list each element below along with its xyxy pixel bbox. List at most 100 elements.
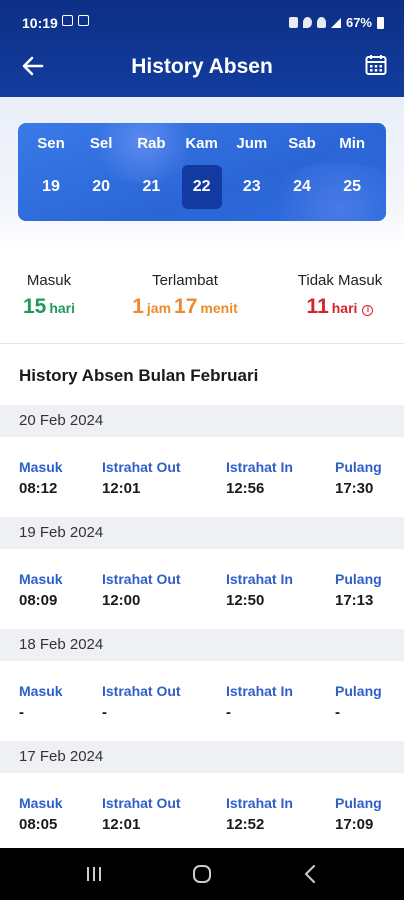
day-min[interactable]: Min 25 (329, 123, 375, 221)
time-cell: Pulang 17:09 (335, 795, 382, 833)
image-icon (78, 15, 89, 26)
system-nav-bar (0, 848, 404, 900)
time-cell: Istrahat In 12:50 (226, 571, 293, 609)
masuk-count: 15 (22, 295, 47, 318)
day-number[interactable]: 23 (232, 165, 272, 209)
day-sab[interactable]: Sab 24 (279, 123, 325, 221)
time-label: Istrahat In (226, 571, 293, 587)
time-label: Pulang (335, 795, 382, 811)
calendar-icon (365, 55, 387, 75)
terlambat-hours: 1 (132, 295, 144, 318)
time-label: Pulang (335, 459, 382, 475)
entry-date: 20 Feb 2024 (0, 405, 404, 437)
time-label: Pulang (335, 683, 382, 699)
time-value: 12:56 (226, 480, 265, 497)
recent-apps-button[interactable] (74, 859, 114, 889)
recent-apps-icon (87, 867, 101, 881)
time-value: 17:09 (335, 816, 374, 833)
time-value: 08:12 (19, 480, 58, 497)
day-name: Sab (288, 135, 316, 152)
summary-terlambat-value: 1 jam 17 menit (120, 295, 250, 319)
entry-times: Masuk - Istrahat Out - Istrahat In - Pulang - (0, 661, 404, 741)
sim-icon (288, 17, 298, 28)
summary-tidak-masuk[interactable]: Tidak Masuk 11 hari i (290, 272, 390, 319)
page-title: History Absen (131, 55, 273, 78)
tidak-masuk-count: 11 (306, 295, 329, 318)
time-label: Istrahat In (226, 795, 293, 811)
entry-times: Masuk 08:09 Istrahat Out 12:00 Istrahat In 12… (0, 549, 404, 629)
time-cell: Masuk 08:05 (19, 795, 63, 833)
time-value: 08:05 (19, 816, 58, 833)
day-name: Sel (89, 135, 113, 152)
terlambat-hours-unit: jam (146, 300, 172, 316)
day-jum[interactable]: Jum 23 (229, 123, 275, 221)
day-rab[interactable]: Rab 21 (128, 123, 174, 221)
time-cell: Masuk - (19, 683, 63, 721)
entry-date: 19 Feb 2024 (0, 517, 404, 549)
summary-masuk-label: Masuk (26, 272, 72, 289)
time-label: Istrahat In (226, 459, 293, 475)
day-number-selected[interactable]: 22 (181, 165, 222, 209)
wifi-icon (316, 17, 326, 28)
day-name: Kam (185, 135, 218, 152)
time-label: Masuk (19, 459, 63, 475)
time-value: 17:30 (335, 480, 374, 497)
terlambat-minutes-unit: menit (200, 300, 238, 316)
status-time: 10:19 (22, 15, 58, 31)
time-value: 12:52 (226, 816, 265, 833)
time-label: Istrahat Out (102, 683, 181, 699)
time-cell: Pulang 17:13 (335, 571, 382, 609)
day-kam[interactable]: Kam 22 (179, 123, 225, 221)
time-value: 12:50 (226, 592, 265, 609)
summary-tidak-masuk-value: 11 hari i (290, 295, 390, 319)
time-value: - (102, 704, 107, 721)
history-list: 20 Feb 2024 Masuk 08:12 Istrahat Out 12:01 Is… (0, 405, 404, 853)
time-value: 12:01 (102, 816, 141, 833)
message-icon (62, 15, 73, 26)
time-cell: Istrahat Out 12:01 (102, 795, 181, 833)
home-button[interactable] (182, 859, 222, 889)
summary-masuk-value: 15 hari (18, 295, 80, 319)
time-label: Istrahat In (226, 683, 293, 699)
calendar-button[interactable] (362, 51, 390, 79)
time-cell: Masuk 08:12 (19, 459, 63, 497)
time-cell: Istrahat Out 12:00 (102, 571, 181, 609)
time-label: Masuk (19, 683, 63, 699)
entry-date: 17 Feb 2024 (0, 741, 404, 773)
battery-icon (377, 16, 384, 29)
time-cell: Istrahat Out - (102, 683, 181, 721)
history-entry: 18 Feb 2024 Masuk - Istrahat Out - Istrahat I… (0, 629, 404, 741)
time-label: Pulang (335, 571, 382, 587)
day-number[interactable]: 20 (81, 165, 121, 209)
app-header: 10:19 67% History Absen (0, 0, 404, 97)
time-value: 12:01 (102, 480, 141, 497)
day-number[interactable]: 21 (131, 165, 171, 209)
system-indicators: 67% (288, 15, 384, 30)
day-number[interactable]: 19 (31, 165, 71, 209)
info-icon[interactable]: i (362, 305, 374, 316)
battery-percent: 67% (345, 15, 372, 30)
history-entry: 17 Feb 2024 Masuk 08:05 Istrahat Out 12:01 Is… (0, 741, 404, 853)
divider (0, 343, 404, 344)
summary-terlambat: Terlambat 1 jam 17 menit (120, 272, 250, 319)
time-label: Masuk (19, 795, 63, 811)
time-label: Istrahat Out (102, 459, 181, 475)
summary-masuk: Masuk 15 hari (18, 272, 80, 319)
summary-tidak-masuk-label: Tidak Masuk (297, 272, 383, 289)
day-number[interactable]: 25 (332, 165, 372, 209)
chevron-left-icon (304, 865, 315, 883)
entry-times: Masuk 08:12 Istrahat Out 12:01 Istrahat In 12… (0, 437, 404, 517)
history-section-title: History Absen Bulan Februari (19, 366, 259, 385)
history-entry: 19 Feb 2024 Masuk 08:09 Istrahat Out 12:00 Is… (0, 517, 404, 629)
day-number[interactable]: 24 (282, 165, 322, 209)
day-sen[interactable]: Sen 19 (28, 123, 74, 221)
time-value: - (19, 704, 24, 721)
time-value: 08:09 (19, 592, 58, 609)
day-sel[interactable]: Sel 20 (78, 123, 124, 221)
time-cell: Istrahat In 12:52 (226, 795, 293, 833)
time-cell: Istrahat In 12:56 (226, 459, 293, 497)
time-cell: Pulang - (335, 683, 382, 721)
back-nav-button[interactable] (290, 859, 330, 889)
attendance-summary: Masuk 15 hari Terlambat 1 jam 17 menit T… (0, 262, 404, 342)
time-value: 17:13 (335, 592, 374, 609)
